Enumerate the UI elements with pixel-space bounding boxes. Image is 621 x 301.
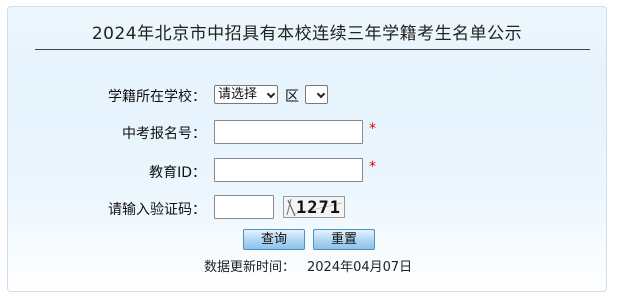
update-time-value: 2024年04月07日 xyxy=(307,260,413,275)
query-panel: 2024年北京市中招具有本校连续三年学籍考生名单公示 xyxy=(7,6,607,292)
captcha-label: 请输入验证码： xyxy=(108,202,206,218)
title-divider xyxy=(35,49,590,50)
education-id-input[interactable] xyxy=(214,158,363,182)
exam-number-label: 中考报名号： xyxy=(122,126,206,142)
exam-number-input[interactable] xyxy=(214,120,363,144)
required-mark: * xyxy=(369,121,376,137)
page-title: 2024年北京市中招具有本校连续三年学籍考生名单公示 xyxy=(91,24,523,44)
chevron-down-icon xyxy=(316,89,326,99)
update-time-label: 数据更新时间： xyxy=(204,260,296,275)
captcha-code: 1271 xyxy=(296,198,341,218)
education-id-label: 教育ID： xyxy=(149,165,206,181)
captcha-input[interactable] xyxy=(214,195,274,219)
query-button[interactable]: 查询 xyxy=(243,229,305,250)
required-mark: * xyxy=(369,159,376,175)
school-select[interactable] xyxy=(305,85,328,104)
captcha-image[interactable]: 1271 xyxy=(283,196,345,218)
reset-button[interactable]: 重置 xyxy=(313,229,375,250)
district-suffix: 区 xyxy=(285,89,299,105)
